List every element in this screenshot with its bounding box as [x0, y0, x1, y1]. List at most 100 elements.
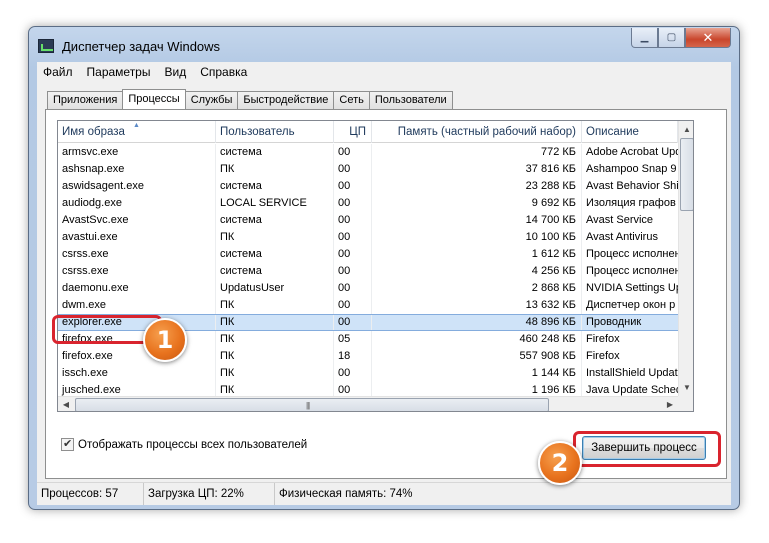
cell-desc: Avast Behavior Shi — [586, 180, 678, 192]
cell-name: armsvc.exe — [58, 144, 216, 161]
cell-name: avastui.exe — [58, 229, 216, 246]
scroll-left-arrow-icon[interactable]: ◀ — [58, 397, 74, 411]
table-row[interactable]: AvastSvc.exe система 00 14 700 КБ Avast Serv… — [58, 212, 678, 229]
cell-desc: Процесс исполнен — [586, 248, 678, 260]
menu-file[interactable]: Файл — [43, 65, 73, 79]
close-button[interactable]: ✕ — [685, 28, 731, 48]
cell-user: LOCAL SERVICE — [216, 195, 334, 212]
cell-cpu: 05 — [334, 331, 372, 348]
table-row[interactable]: csrss.exe система 00 4 256 КБ Процесс исполн… — [58, 263, 678, 280]
tab-users[interactable]: Пользователи — [368, 91, 453, 109]
column-header-user[interactable]: Пользователь — [216, 121, 334, 143]
scroll-right-arrow-icon[interactable]: ▶ — [662, 397, 678, 411]
status-cpu-usage: Загрузка ЦП: 22% — [144, 483, 275, 505]
cell-mem: 13 632 КБ — [372, 297, 582, 314]
tab-applications[interactable]: Приложения — [47, 91, 124, 109]
table-row[interactable]: daemonu.exe UpdatusUser 00 2 868 КБ NVIDIA S… — [58, 280, 678, 297]
cell-mem: 557 908 КБ — [372, 348, 582, 365]
scroll-up-arrow-icon[interactable]: ▲ — [679, 121, 693, 138]
process-table: Имя образа ▲ Пользователь ЦП Память (час… — [57, 120, 694, 412]
cell-user: система — [216, 212, 334, 229]
cell-mem: 10 100 КБ — [372, 229, 582, 246]
cell-user: система — [216, 263, 334, 280]
column-header-cpu[interactable]: ЦП — [334, 121, 372, 143]
task-manager-icon — [38, 39, 54, 53]
cell-mem: 2 868 КБ — [372, 280, 582, 297]
column-header-name-label: Имя образа — [62, 126, 125, 138]
tab-networking[interactable]: Сеть — [333, 91, 370, 109]
cell-user: система — [216, 144, 334, 161]
cell-desc: Firefox — [586, 350, 620, 362]
cell-user: система — [216, 178, 334, 195]
window-title: Диспетчер задач Windows — [62, 39, 221, 54]
table-header: Имя образа ▲ Пользователь ЦП Память (час… — [58, 121, 693, 143]
cell-name: aswidsagent.exe — [58, 178, 216, 195]
cell-cpu: 00 — [334, 161, 372, 178]
cell-mem: 37 816 КБ — [372, 161, 582, 178]
cell-cpu: 00 — [334, 212, 372, 229]
scrollbar-corner — [678, 396, 693, 411]
cell-desc: Ashampoo Snap 9 — [586, 163, 677, 175]
caption-buttons: ▁ ▢ ✕ — [631, 28, 731, 48]
scroll-down-arrow-icon[interactable]: ▼ — [679, 379, 693, 396]
cell-name: AvastSvc.exe — [58, 212, 216, 229]
table-body: armsvc.exe система 00 772 КБ Adobe Acrobat U… — [58, 144, 678, 411]
minimize-button[interactable]: ▁ — [631, 28, 658, 48]
cell-user: ПК — [216, 315, 334, 330]
cell-name: issch.exe — [58, 365, 216, 382]
cell-user: ПК — [216, 348, 334, 365]
title-bar[interactable]: Диспетчер задач Windows ▁ ▢ ✕ — [29, 27, 739, 57]
table-row[interactable]: avastui.exe ПК 00 10 100 КБ Avast Antivirus — [58, 229, 678, 246]
cell-user: UpdatusUser — [216, 280, 334, 297]
cell-user: ПК — [216, 331, 334, 348]
show-all-processes-option[interactable]: Отображать процессы всех пользователей — [61, 437, 307, 451]
tab-strip: Приложения Процессы Службы Быстродействи… — [47, 89, 453, 109]
menu-view[interactable]: Вид — [164, 65, 186, 79]
tab-performance[interactable]: Быстродействие — [237, 91, 335, 109]
cell-mem: 4 256 КБ — [372, 263, 582, 280]
horizontal-scroll-thumb[interactable]: ||| — [75, 398, 549, 411]
table-row[interactable]: csrss.exe система 00 1 612 КБ Процесс исполн… — [58, 246, 678, 263]
cell-cpu: 00 — [334, 229, 372, 246]
cell-name: dwm.exe — [58, 297, 216, 314]
maximize-button[interactable]: ▢ — [658, 28, 685, 48]
cell-mem: 460 248 КБ — [372, 331, 582, 348]
sort-ascending-icon: ▲ — [133, 122, 140, 129]
cell-name: audiodg.exe — [58, 195, 216, 212]
cell-mem: 772 КБ — [372, 144, 582, 161]
cell-name: daemonu.exe — [58, 280, 216, 297]
menu-options[interactable]: Параметры — [87, 65, 151, 79]
callout-badge-1: 1 — [143, 318, 187, 362]
cell-user: ПК — [216, 365, 334, 382]
cell-user: ПК — [216, 161, 334, 178]
table-row[interactable]: armsvc.exe система 00 772 КБ Adobe Acrobat U… — [58, 144, 678, 161]
cell-mem: 1 612 КБ — [372, 246, 582, 263]
cell-cpu: 00 — [334, 263, 372, 280]
horizontal-scrollbar[interactable]: ◀ ||| ▶ — [58, 396, 678, 411]
column-header-name[interactable]: Имя образа ▲ — [58, 121, 216, 143]
tab-services[interactable]: Службы — [184, 91, 239, 109]
cell-desc: Процесс исполнен — [586, 265, 678, 277]
column-header-description[interactable]: Описание — [582, 121, 678, 143]
cell-cpu: 00 — [334, 144, 372, 161]
table-row[interactable]: ashsnap.exe ПК 00 37 816 КБ Ashampoo Snap 9 — [58, 161, 678, 178]
menu-help[interactable]: Справка — [200, 65, 247, 79]
table-row[interactable]: dwm.exe ПК 00 13 632 КБ Диспетчер окон р — [58, 297, 678, 314]
status-physical-memory: Физическая память: 74% — [279, 488, 413, 500]
table-row[interactable]: aswidsagent.exe система 00 23 288 КБ Avast B… — [58, 178, 678, 195]
cell-mem: 9 692 КБ — [372, 195, 582, 212]
table-row[interactable]: audiodg.exe LOCAL SERVICE 00 9 692 КБ Изоляц… — [58, 195, 678, 212]
cell-desc: NVIDIA Settings Up — [586, 282, 678, 294]
cell-cpu: 00 — [334, 246, 372, 263]
cell-desc: Adobe Acrobat Upd — [586, 146, 678, 158]
table-row[interactable]: issch.exe ПК 00 1 144 КБ InstallShield Updat… — [58, 365, 678, 382]
vertical-scrollbar[interactable]: ▲ ▼ — [678, 121, 693, 411]
show-all-processes-checkbox[interactable] — [61, 437, 74, 451]
tab-processes[interactable]: Процессы — [122, 89, 186, 109]
vertical-scroll-thumb[interactable] — [680, 138, 693, 211]
column-header-memory[interactable]: Память (частный рабочий набор) — [372, 121, 582, 143]
cell-desc: Avast Service — [586, 214, 654, 226]
cell-cpu: 00 — [334, 280, 372, 297]
cell-user: система — [216, 246, 334, 263]
status-process-count: Процессов: 57 — [37, 483, 144, 505]
